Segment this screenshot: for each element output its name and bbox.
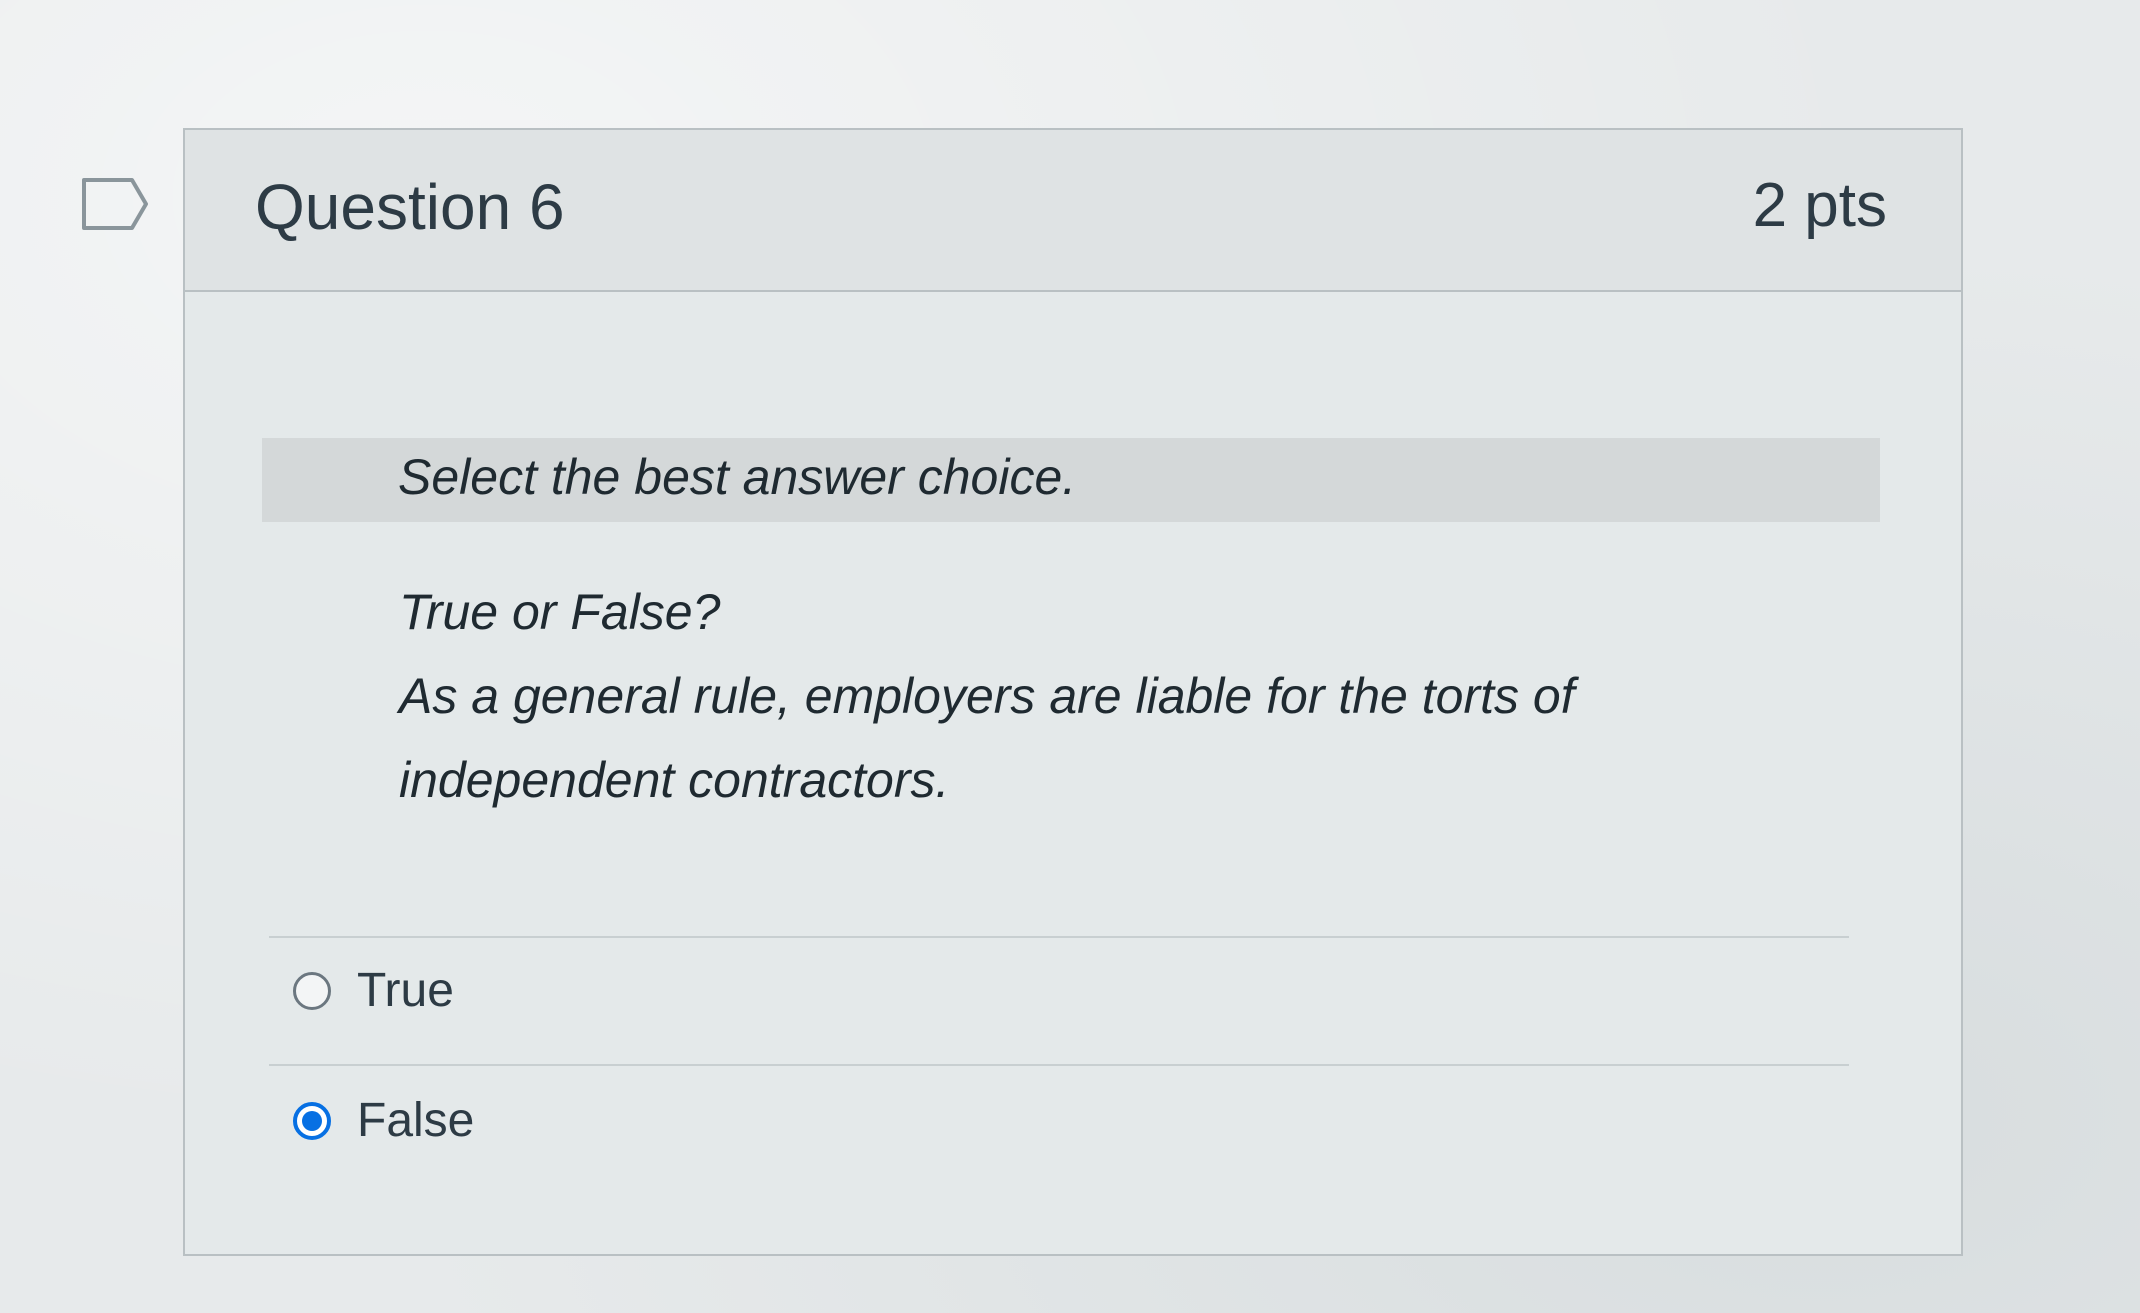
answer-option-true[interactable]: True	[293, 963, 454, 1018]
instruction-bar: Select the best answer choice.	[262, 438, 1880, 522]
radio-true[interactable]	[293, 971, 331, 1010]
radio-false-selected[interactable]	[293, 1101, 331, 1140]
answer-option-false[interactable]: False	[293, 1093, 474, 1148]
answer-divider	[269, 1064, 1849, 1066]
question-header: Question 6 2 pts	[185, 130, 1961, 292]
prompt-line-2: As a general rule, employers are liable …	[399, 668, 1575, 724]
instruction-text: Select the best answer choice.	[398, 449, 1077, 505]
prompt-line-1: True or False?	[399, 584, 721, 640]
question-title: Question 6	[255, 171, 565, 243]
question-prompt: True or False? As a general rule, employ…	[399, 570, 1759, 822]
question-card: Question 6 2 pts Select the best answer …	[183, 128, 1963, 1256]
answer-label-true: True	[357, 964, 454, 1017]
answer-label-false: False	[357, 1094, 475, 1147]
question-points: 2 pts	[1752, 171, 1887, 240]
flag-question-icon[interactable]	[80, 176, 150, 232]
answer-divider	[269, 936, 1849, 938]
prompt-line-3: independent contractors.	[399, 752, 950, 808]
